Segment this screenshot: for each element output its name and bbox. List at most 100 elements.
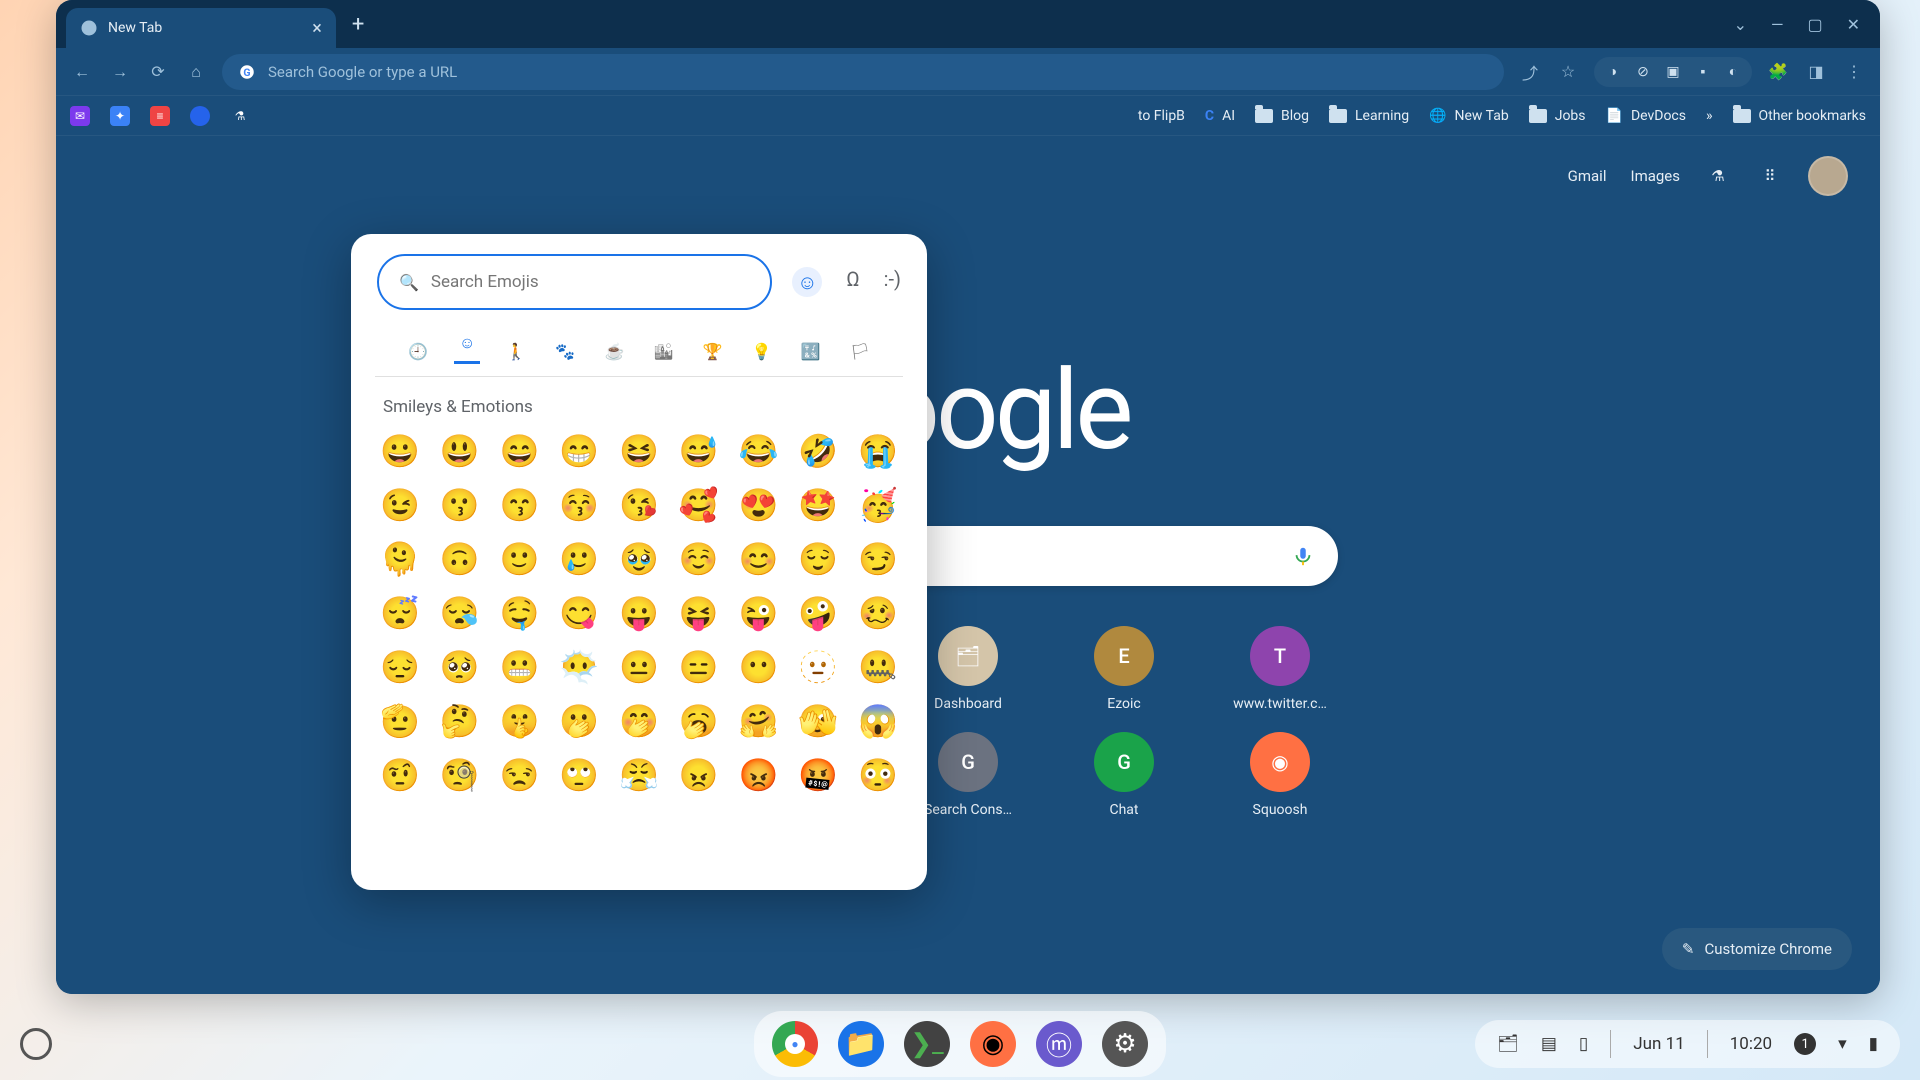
minimize-icon[interactable]: — bbox=[1771, 15, 1784, 34]
emoji-item[interactable]: 🤪 bbox=[797, 597, 839, 629]
home-button[interactable]: ⌂ bbox=[184, 60, 208, 84]
emoji-item[interactable]: 😐 bbox=[618, 651, 660, 683]
bookmark-learning[interactable]: Learning bbox=[1329, 108, 1409, 124]
reload-button[interactable]: ⟳ bbox=[146, 60, 170, 84]
category-nature-icon[interactable]: 🐾 bbox=[552, 338, 578, 364]
emoji-item[interactable]: 🥱 bbox=[678, 705, 720, 737]
extension-icon-2[interactable]: ⊘ bbox=[1632, 61, 1654, 83]
category-flags-icon[interactable]: 🏳 bbox=[847, 338, 873, 364]
bookmark-ai[interactable]: CAI bbox=[1205, 108, 1235, 124]
emoji-item[interactable]: 😑 bbox=[678, 651, 720, 683]
symbol-tab[interactable]: Ω bbox=[846, 267, 859, 297]
status-area[interactable]: 🗂 ▤ ▯ Jun 11 10:20 1 ▾ ▮ bbox=[1475, 1020, 1900, 1068]
close-window-icon[interactable]: ✕ bbox=[1847, 15, 1860, 34]
emoji-item[interactable]: 😋 bbox=[558, 597, 600, 629]
emoji-item[interactable]: 🥺 bbox=[439, 651, 481, 683]
close-tab-icon[interactable]: × bbox=[312, 18, 322, 39]
extension-icon-4[interactable]: ▪ bbox=[1692, 61, 1714, 83]
emoji-item[interactable]: 🫠 bbox=[379, 543, 421, 575]
emoji-item[interactable]: 😙 bbox=[499, 489, 541, 521]
mic-icon[interactable] bbox=[1292, 545, 1314, 567]
emoji-item[interactable]: 😗 bbox=[439, 489, 481, 521]
emoji-item[interactable]: 😠 bbox=[678, 759, 720, 791]
bookmark-icon-1[interactable]: ✉ bbox=[70, 106, 90, 126]
shelf-app-icon-1[interactable]: ◉ bbox=[970, 1021, 1016, 1067]
emoji-item[interactable]: 😱 bbox=[857, 705, 899, 737]
emoji-item[interactable]: 🙄 bbox=[558, 759, 600, 791]
bookmark-icon-5[interactable]: ⚗ bbox=[230, 106, 250, 126]
emoji-item[interactable]: 🤣 bbox=[797, 435, 839, 467]
extensions-puzzle-icon[interactable]: 🧩 bbox=[1766, 60, 1790, 84]
category-activity-icon[interactable]: 🏆 bbox=[700, 338, 726, 364]
emoji-item[interactable]: 😃 bbox=[439, 435, 481, 467]
emoji-item[interactable]: 😶‍🌫️ bbox=[558, 651, 600, 683]
emoji-search[interactable]: 🔍 bbox=[377, 254, 772, 310]
bookmark-blog[interactable]: Blog bbox=[1255, 108, 1309, 124]
emoji-item[interactable]: 🤩 bbox=[797, 489, 839, 521]
emoji-item[interactable]: 🙃 bbox=[439, 543, 481, 575]
emoji-item[interactable]: 😛 bbox=[618, 597, 660, 629]
emoji-item[interactable]: 😚 bbox=[558, 489, 600, 521]
emoji-item[interactable]: 😜 bbox=[738, 597, 780, 629]
extension-icon-5[interactable]: ◐ bbox=[1722, 61, 1744, 83]
emoji-item[interactable]: 🧐 bbox=[439, 759, 481, 791]
category-symbols-icon[interactable]: 🔣 bbox=[798, 338, 824, 364]
gmail-link[interactable]: Gmail bbox=[1568, 167, 1607, 185]
wifi-icon[interactable]: ▾ bbox=[1838, 1034, 1847, 1054]
emoji-item[interactable]: 🤔 bbox=[439, 705, 481, 737]
category-travel-icon[interactable]: 🏙 bbox=[651, 338, 677, 364]
other-bookmarks[interactable]: Other bookmarks bbox=[1733, 108, 1866, 124]
emoji-item[interactable]: 😆 bbox=[618, 435, 660, 467]
emoji-item[interactable]: 😔 bbox=[379, 651, 421, 683]
customize-chrome-button[interactable]: ✎ Customize Chrome bbox=[1662, 928, 1852, 970]
tab-search-icon[interactable]: ⌄ bbox=[1734, 15, 1747, 34]
tote-icon[interactable]: 🗂 bbox=[1497, 1034, 1519, 1054]
category-recent-icon[interactable]: 🕘 bbox=[405, 338, 431, 364]
emoji-item[interactable]: 😀 bbox=[379, 435, 421, 467]
shelf-chrome-icon[interactable]: ● bbox=[772, 1021, 818, 1067]
shortcut-squoosh[interactable]: ◉Squoosh bbox=[1205, 732, 1355, 818]
emoji-item[interactable]: 😅 bbox=[678, 435, 720, 467]
emoji-item[interactable]: 😪 bbox=[439, 597, 481, 629]
shortcut-chat[interactable]: GChat bbox=[1049, 732, 1199, 818]
bookmark-to-flipb[interactable]: to FlipB bbox=[1138, 108, 1185, 124]
emoji-item[interactable]: 😬 bbox=[499, 651, 541, 683]
emoji-item[interactable]: 😘 bbox=[618, 489, 660, 521]
emoji-item[interactable]: 😏 bbox=[857, 543, 899, 575]
emoji-item[interactable]: 🫣 bbox=[797, 705, 839, 737]
bookmark-newtab[interactable]: 🌐New Tab bbox=[1429, 108, 1509, 124]
emoji-item[interactable]: 🤐 bbox=[857, 651, 899, 683]
emoji-item[interactable]: 🫥 bbox=[797, 651, 839, 683]
bookmark-jobs[interactable]: Jobs bbox=[1529, 108, 1586, 124]
emoji-item[interactable]: 🥳 bbox=[857, 489, 899, 521]
shelf-terminal-icon[interactable]: ❯_ bbox=[904, 1021, 950, 1067]
emoji-item[interactable]: 🫡 bbox=[379, 705, 421, 737]
shortcut-ezoic[interactable]: EEzoic bbox=[1049, 626, 1199, 712]
bookmark-icon-3[interactable]: ≡ bbox=[150, 106, 170, 126]
emoji-item[interactable]: 😌 bbox=[797, 543, 839, 575]
emoji-item[interactable]: 😶 bbox=[738, 651, 780, 683]
emoji-item[interactable]: 😁 bbox=[558, 435, 600, 467]
media-icon[interactable]: ▤ bbox=[1541, 1034, 1557, 1054]
browser-tab[interactable]: New Tab × bbox=[66, 8, 336, 48]
emoji-item[interactable]: 😤 bbox=[618, 759, 660, 791]
maximize-icon[interactable]: ▢ bbox=[1807, 15, 1822, 34]
emoji-item[interactable]: 🤤 bbox=[499, 597, 541, 629]
emoji-item[interactable]: 😊 bbox=[738, 543, 780, 575]
category-objects-icon[interactable]: 💡 bbox=[749, 338, 775, 364]
notification-badge[interactable]: 1 bbox=[1794, 1033, 1816, 1055]
emoji-item[interactable]: 🙂 bbox=[499, 543, 541, 575]
emoji-item[interactable]: 😉 bbox=[379, 489, 421, 521]
emoji-item[interactable]: 😂 bbox=[738, 435, 780, 467]
emoji-item[interactable]: 🤬 bbox=[797, 759, 839, 791]
emoji-item[interactable]: 🤭 bbox=[618, 705, 660, 737]
labs-flask-icon[interactable]: ⚗ bbox=[1704, 162, 1732, 190]
apps-grid-icon[interactable]: ⠿ bbox=[1756, 162, 1784, 190]
emoji-item[interactable]: 😳 bbox=[857, 759, 899, 791]
emoji-item[interactable]: 🫢 bbox=[558, 705, 600, 737]
battery-icon[interactable]: ▮ bbox=[1869, 1034, 1878, 1054]
emoji-item[interactable]: 🤗 bbox=[738, 705, 780, 737]
side-panel-icon[interactable]: ◨ bbox=[1804, 60, 1828, 84]
forward-button[interactable]: → bbox=[108, 60, 132, 84]
emoji-item[interactable]: 😝 bbox=[678, 597, 720, 629]
